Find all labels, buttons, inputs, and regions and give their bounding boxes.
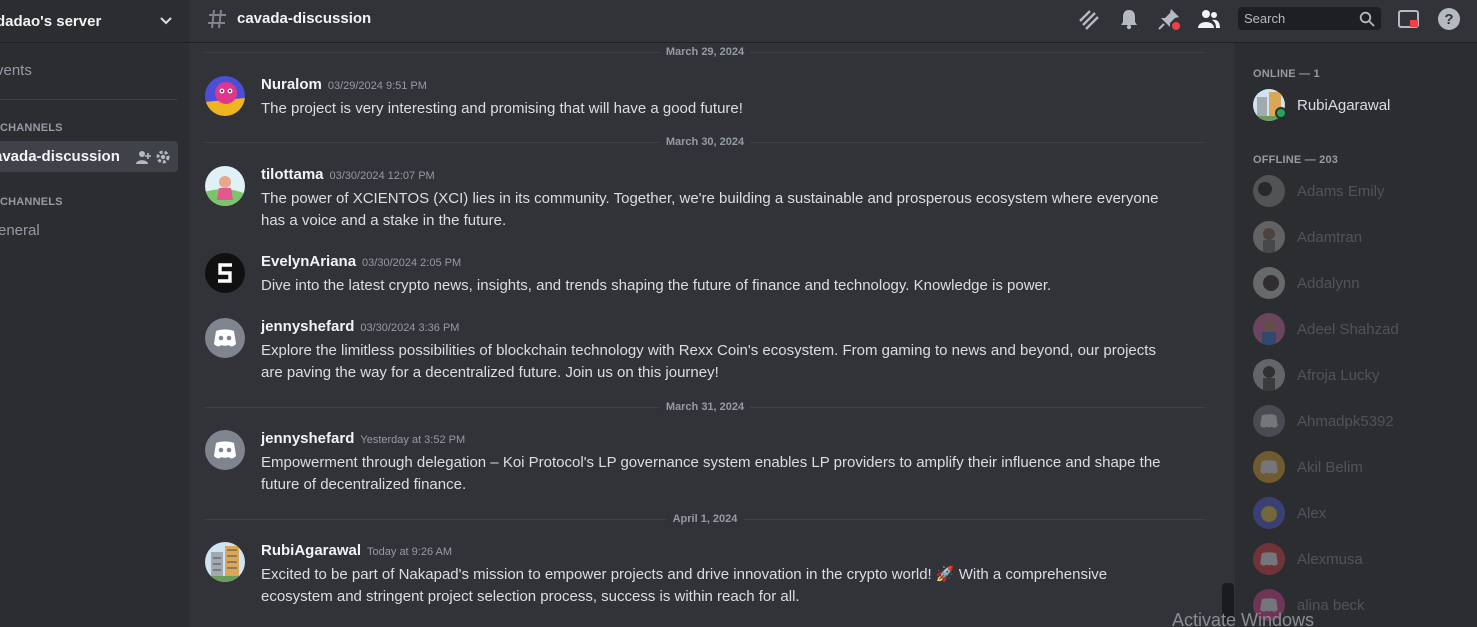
date-divider: April 1, 2024 [205,513,1205,525]
avatar [1253,451,1285,483]
member-item[interactable]: Adams Emily [1253,171,1473,211]
member-list: ONLINE — 1 RubiAgarawal OFFLINE — 203 Ad… [1235,43,1477,627]
date-divider: March 29, 2024 [205,46,1205,58]
member-name: Alex [1297,504,1327,522]
search-input[interactable] [1244,11,1354,26]
member-name: Ahmadpk5392 [1297,412,1394,430]
sidebar-item-cavada-discussion[interactable]: avada-discussion [0,141,178,172]
online-status-icon [1275,107,1287,119]
message-author[interactable]: jennyshefard [261,430,354,447]
activate-windows-watermark: Activate Windows [1172,610,1315,627]
channel-header: cavada-discussion ? [189,0,1477,43]
message-author[interactable]: tilottama [261,166,324,183]
member-name: Adams Emily [1297,182,1385,200]
avatar[interactable] [205,76,245,116]
search-box[interactable] [1238,7,1381,30]
svg-text:?: ? [1444,11,1453,28]
sidebar-divider [0,99,177,100]
member-item[interactable]: RubiAgarawal [1253,85,1473,125]
message-author[interactable]: EvelynAriana [261,253,356,270]
scrollbar-track[interactable] [1221,43,1235,627]
avatar[interactable] [205,318,245,358]
offline-header: OFFLINE — 203 [1253,154,1339,166]
message-author[interactable]: RubiAgarawal [261,542,361,559]
message-text: The project is very interesting and prom… [261,100,743,117]
avatar[interactable] [205,166,245,206]
date-divider: March 30, 2024 [205,136,1205,148]
active-channel-label: avada-discussion [0,148,120,165]
message-text: Empowerment through delegation – Koi Pro… [261,454,1161,493]
member-name: Akil Belim [1297,458,1363,476]
member-item[interactable]: Afroja Lucky [1253,355,1473,395]
online-header: ONLINE — 1 [1253,68,1320,80]
member-item[interactable]: Ahmadpk5392 [1253,401,1473,441]
pin-icon[interactable] [1156,6,1182,32]
avatar[interactable] [205,253,245,293]
avatar [1253,267,1285,299]
member-item[interactable]: Adeel Shahzad [1253,309,1473,349]
help-icon[interactable]: ? [1436,6,1462,32]
member-item[interactable]: Alexmusa [1253,539,1473,579]
message-timestamp: Yesterday at 3:52 PM [360,434,466,446]
message-timestamp: 03/30/2024 2:05 PM [362,257,462,269]
member-name: Afroja Lucky [1297,366,1380,384]
member-name: Adamtran [1297,228,1363,246]
bell-icon[interactable] [1116,6,1142,32]
server-name: dadao's server [0,12,102,30]
threads-icon[interactable] [1075,6,1101,32]
voice-channels-category[interactable]: CHANNELS [0,196,63,208]
member-list-icon[interactable] [1196,6,1222,32]
member-name: Addalynn [1297,274,1360,292]
member-name: Alexmusa [1297,550,1363,568]
date-divider: March 31, 2024 [205,401,1205,413]
member-item[interactable]: Adamtran [1253,217,1473,257]
message-timestamp: Today at 9:26 AM [367,546,453,558]
message-timestamp: 03/30/2024 12:07 PM [329,170,435,182]
message-text: Explore the limitless possibilities of b… [261,342,1156,381]
search-icon [1359,11,1375,32]
channel-sidebar: dadao's server vents CHANNELS avada-disc… [0,0,189,627]
avatar [1253,497,1285,529]
member-name: Adeel Shahzad [1297,320,1399,338]
avatar [1253,313,1285,345]
sidebar-item-general[interactable]: eneral [0,222,40,239]
member-item[interactable]: Alex [1253,493,1473,533]
message-list[interactable]: March 29, 2024 Nuralom 03/29/2024 9:51 PM… [189,43,1220,627]
avatar [1253,359,1285,391]
avatar [1253,405,1285,437]
avatar [1253,175,1285,207]
invite-icon[interactable] [135,149,151,170]
avatar[interactable] [205,542,245,582]
avatar [1253,221,1285,253]
server-header[interactable]: dadao's server [0,0,189,43]
message-timestamp: 03/29/2024 9:51 PM [327,80,427,92]
channel-title: cavada-discussion [237,10,372,27]
message-author[interactable]: Nuralom [261,76,322,93]
message-text: Excited to be part of Nakapad's mission … [261,566,1108,605]
message-timestamp: 03/30/2024 3:36 PM [360,322,460,334]
hashtag-icon [206,8,228,35]
message-text: Dive into the latest crypto news, insigh… [261,277,1052,294]
avatar[interactable] [205,430,245,470]
member-name: RubiAgarawal [1297,96,1391,114]
member-item[interactable]: Addalynn [1253,263,1473,303]
text-channels-category[interactable]: CHANNELS [0,122,63,134]
message-text: The power of XCIENTOS (XCI) lies in its … [261,190,1159,229]
sidebar-item-events[interactable]: vents [0,62,32,79]
message-author[interactable]: jennyshefard [261,318,354,335]
chevron-down-icon[interactable] [159,14,173,28]
member-item[interactable]: Akil Belim [1253,447,1473,487]
gear-icon[interactable] [155,149,171,170]
inbox-icon[interactable] [1396,6,1422,32]
avatar [1253,543,1285,575]
